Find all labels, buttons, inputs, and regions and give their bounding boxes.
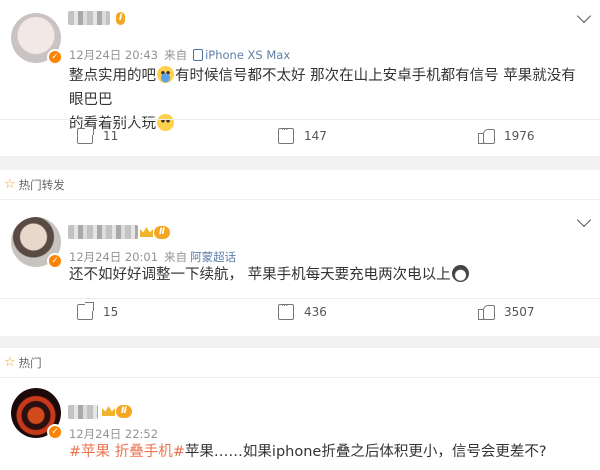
action-bar: 11 147 1976 (0, 121, 600, 151)
post-card-1: ✓ Ⅰ 12月24日 20:43 来自 iPhone XS Max 整点实用的吧… (0, 0, 600, 156)
post-date[interactable]: 12月24日 20:43 (69, 47, 158, 63)
verified-badge-icon: ✓ (47, 424, 63, 440)
section-label-hot-repost: ☆ 热门转发 (0, 170, 600, 200)
post-card-3: ✓ Ⅱ 12月24日 22:52 #苹果 折叠手机#苹果……如果iphone折叠… (0, 378, 600, 470)
device-name[interactable]: iPhone XS Max (205, 48, 290, 62)
crying-emoji-icon (157, 66, 174, 83)
post-meta: 12月24日 20:43 来自 iPhone XS Max (69, 47, 290, 63)
member-badge: Ⅱ (140, 224, 170, 240)
section-label-hot: ☆ 热门 (0, 348, 600, 378)
share-button[interactable]: 11 (77, 126, 119, 144)
avatar[interactable]: ✓ (11, 217, 65, 271)
share-icon (77, 126, 94, 144)
comment-count: 147 (304, 129, 327, 143)
post-card-2: ✓ Ⅱ 12月24日 20:01 来自 阿蒙超话 还不如好好调整一下续航， 苹果… (0, 200, 600, 336)
star-icon: ☆ (4, 177, 16, 192)
section-separator (0, 156, 600, 170)
action-bar: 15 436 3507 (0, 298, 600, 328)
anime-emoji-icon (451, 265, 469, 282)
share-icon (77, 302, 94, 320)
divider (0, 119, 600, 120)
username-blurred[interactable] (68, 11, 110, 25)
avatar[interactable]: ✓ (11, 13, 65, 67)
topic-link[interactable]: #苹果 折叠手机# (69, 444, 185, 460)
share-count: 11 (103, 129, 119, 143)
like-button[interactable]: 1976 (478, 128, 535, 144)
like-count: 3507 (504, 305, 535, 319)
share-button[interactable]: 15 (77, 302, 119, 320)
comment-button[interactable]: 147 (278, 125, 327, 144)
chevron-down-icon[interactable] (576, 212, 592, 228)
username-blurred[interactable] (68, 405, 98, 419)
phone-icon (193, 49, 204, 61)
from-label: 来自 (164, 48, 188, 62)
member-badge: Ⅱ (102, 403, 132, 419)
verified-badge-icon: ✓ (47, 49, 63, 65)
member-badge: Ⅰ (116, 10, 126, 26)
chevron-down-icon[interactable] (576, 8, 592, 24)
like-icon (478, 128, 495, 144)
like-icon (478, 304, 495, 320)
username-blurred[interactable] (68, 225, 138, 239)
comment-button[interactable]: 436 (278, 301, 327, 320)
comment-icon (278, 301, 294, 320)
verified-badge-icon: ✓ (47, 253, 63, 269)
post-content: #苹果 折叠手机#苹果……如果iphone折叠之后体积更小，信号会更差不? (69, 444, 547, 460)
avatar[interactable]: ✓ (11, 388, 65, 442)
like-count: 1976 (504, 129, 535, 143)
share-count: 15 (103, 305, 119, 319)
star-icon: ☆ (4, 355, 16, 370)
post-content: 还不如好好调整一下续航， 苹果手机每天要充电两次电以上 (69, 263, 589, 287)
like-button[interactable]: 3507 (478, 304, 535, 320)
comment-count: 436 (304, 305, 327, 319)
comment-icon (278, 125, 294, 144)
